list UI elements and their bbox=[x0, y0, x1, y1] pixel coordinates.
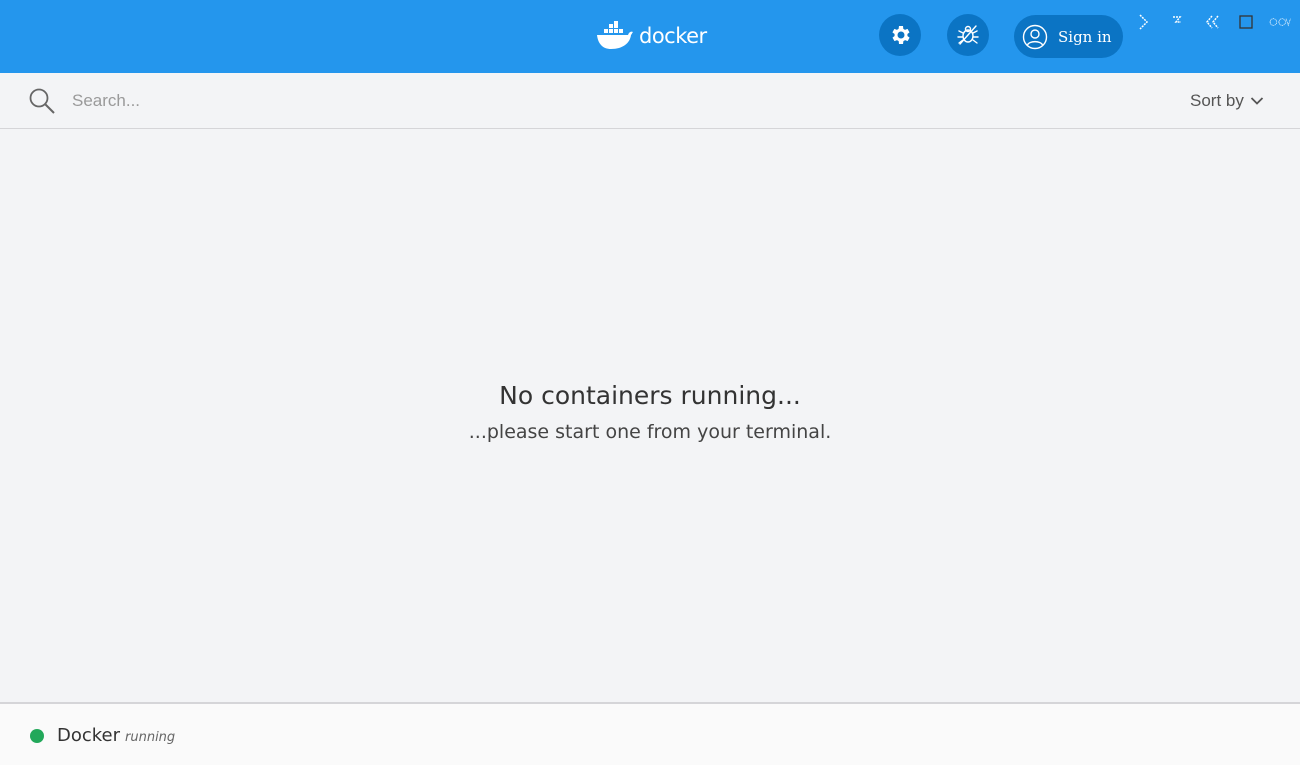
forward-icon bbox=[1173, 16, 1182, 23]
header: docker Sign in bbox=[0, 0, 1300, 73]
sort-by-label: Sort by bbox=[1190, 91, 1244, 110]
docker-whale-icon bbox=[597, 21, 633, 49]
app-name: docker bbox=[639, 24, 707, 48]
status-bar: Docker running bbox=[0, 702, 1300, 765]
close-icon bbox=[1269, 18, 1291, 27]
maximize-icon bbox=[1239, 15, 1253, 29]
engine-name: Docker bbox=[57, 725, 121, 746]
search-icon bbox=[29, 88, 55, 114]
troubleshoot-button[interactable] bbox=[947, 14, 989, 56]
chevron-down-icon bbox=[1250, 97, 1263, 105]
search-toolbar: Sort by bbox=[0, 73, 1300, 129]
forward-button[interactable] bbox=[1167, 11, 1189, 33]
window-controls bbox=[1133, 8, 1293, 36]
engine-status: running bbox=[125, 730, 176, 745]
back-button[interactable] bbox=[1133, 11, 1155, 33]
gear-icon bbox=[892, 26, 910, 44]
containers-list: No containers running... ...please start… bbox=[0, 129, 1300, 702]
maximize-button[interactable] bbox=[1235, 11, 1257, 33]
docker-logo: docker bbox=[595, 20, 707, 52]
chevrons-left-icon bbox=[1206, 15, 1219, 29]
sign-in-label: Sign in bbox=[1058, 27, 1112, 46]
search-input[interactable] bbox=[72, 86, 972, 116]
bug-icon bbox=[957, 25, 979, 45]
minimize-button[interactable] bbox=[1201, 11, 1223, 33]
empty-state-subtitle: ...please start one from your terminal. bbox=[468, 421, 832, 443]
user-icon bbox=[1022, 24, 1048, 49]
settings-button[interactable] bbox=[879, 14, 921, 56]
status-indicator bbox=[30, 729, 44, 743]
back-icon bbox=[1139, 14, 1149, 30]
sort-by-dropdown[interactable]: Sort by bbox=[1190, 89, 1264, 113]
empty-state-title: No containers running... bbox=[499, 381, 801, 410]
sign-in-button[interactable]: Sign in bbox=[1014, 15, 1123, 58]
close-button[interactable] bbox=[1269, 11, 1291, 33]
